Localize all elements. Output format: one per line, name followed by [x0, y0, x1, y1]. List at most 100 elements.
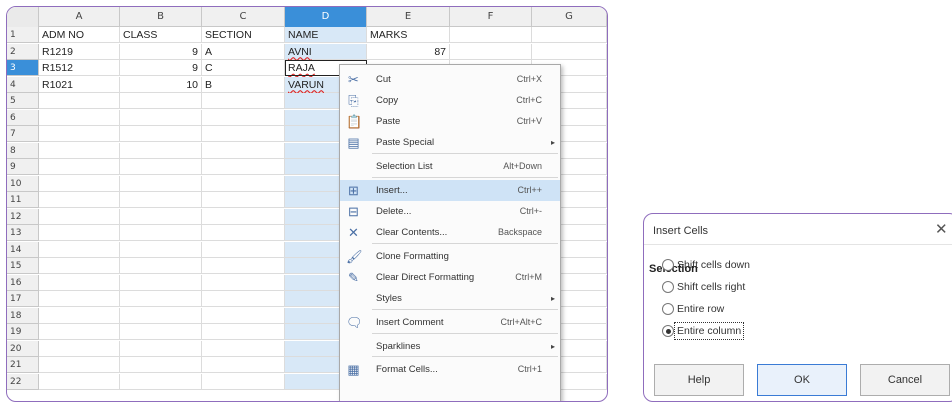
row-header[interactable]: 20 [7, 340, 39, 357]
cell-a18[interactable] [39, 307, 120, 324]
row-header[interactable]: 3 [7, 60, 39, 76]
radio-label[interactable]: Shift cells down [677, 257, 750, 273]
cell-c3[interactable]: C [202, 60, 285, 76]
cell-c8[interactable] [202, 142, 285, 159]
ok-button[interactable]: OK [757, 364, 847, 396]
cell-c11[interactable] [202, 192, 285, 208]
row-header[interactable]: 22 [7, 373, 39, 390]
row-header[interactable]: 1 [7, 27, 39, 43]
cell-c5[interactable] [202, 93, 285, 109]
cell-b16[interactable] [120, 274, 202, 291]
cell-a17[interactable] [39, 291, 120, 307]
cell-b17[interactable] [120, 291, 202, 307]
cell-c7[interactable] [202, 126, 285, 142]
cell-a1[interactable]: ADM NO [39, 27, 120, 43]
cell-a21[interactable] [39, 357, 120, 373]
cell-b21[interactable] [120, 357, 202, 373]
cell-a19[interactable] [39, 324, 120, 340]
menu-item-insert[interactable]: ⊞ Insert... Ctrl++ [340, 180, 560, 201]
cell-a22[interactable] [39, 373, 120, 390]
cell-c6[interactable] [202, 109, 285, 126]
menu-item-selection-list[interactable]: Selection List Alt+Down [340, 156, 560, 177]
cell-b1[interactable]: CLASS [120, 27, 202, 43]
cell-a20[interactable] [39, 340, 120, 357]
menu-item-cut[interactable]: ✂ Cut Ctrl+X [340, 69, 560, 90]
menu-item-styles[interactable]: Styles ▸ [340, 288, 560, 309]
cell-g2[interactable] [532, 43, 607, 60]
cell-e1[interactable]: MARKS [367, 27, 450, 43]
column-header-e[interactable]: E [367, 7, 450, 27]
row-header[interactable]: 13 [7, 225, 39, 241]
row-header[interactable]: 9 [7, 159, 39, 175]
cell-d1[interactable]: NAME [285, 27, 367, 43]
close-icon[interactable]: ✕ [935, 220, 948, 238]
cell-a10[interactable] [39, 175, 120, 192]
cell-b20[interactable] [120, 340, 202, 357]
row-header[interactable]: 7 [7, 126, 39, 142]
radio-button[interactable] [662, 303, 674, 315]
radio-label[interactable]: Shift cells right [677, 279, 745, 295]
cell-c1[interactable]: SECTION [202, 27, 285, 43]
cell-c16[interactable] [202, 274, 285, 291]
row-header[interactable]: 4 [7, 76, 39, 93]
radio-label[interactable]: Entire column [673, 322, 745, 340]
row-header[interactable]: 8 [7, 142, 39, 159]
cell-a11[interactable] [39, 192, 120, 208]
radio-button[interactable] [662, 281, 674, 293]
cell-b9[interactable] [120, 159, 202, 175]
cell-a5[interactable] [39, 93, 120, 109]
row-header[interactable]: 17 [7, 291, 39, 307]
column-header-g[interactable]: G [532, 7, 607, 27]
cell-c4[interactable]: B [202, 76, 285, 93]
menu-item-insert-comment[interactable]: 🗨 Insert Comment Ctrl+Alt+C [340, 312, 560, 333]
help-button[interactable]: Help [654, 364, 744, 396]
cell-b15[interactable] [120, 258, 202, 274]
cell-b22[interactable] [120, 373, 202, 390]
cell-a8[interactable] [39, 142, 120, 159]
menu-item-clear-direct-formatting[interactable]: ✎ Clear Direct Formatting Ctrl+M [340, 267, 560, 288]
cell-c17[interactable] [202, 291, 285, 307]
cell-e2[interactable]: 87 [367, 43, 450, 60]
cell-b11[interactable] [120, 192, 202, 208]
cell-b10[interactable] [120, 175, 202, 192]
column-header-b[interactable]: B [120, 7, 202, 27]
cell-b3[interactable]: 9 [120, 60, 202, 76]
cell-c13[interactable] [202, 225, 285, 241]
cell-c19[interactable] [202, 324, 285, 340]
menu-item-paste[interactable]: 📋 Paste Ctrl+V [340, 111, 560, 132]
cell-b19[interactable] [120, 324, 202, 340]
cell-b4[interactable]: 10 [120, 76, 202, 93]
cell-b14[interactable] [120, 241, 202, 258]
row-header[interactable]: 16 [7, 274, 39, 291]
cell-b13[interactable] [120, 225, 202, 241]
row-header[interactable]: 5 [7, 93, 39, 109]
cell-c20[interactable] [202, 340, 285, 357]
cell-a6[interactable] [39, 109, 120, 126]
menu-item-clone-formatting[interactable]: 🖌 Clone Formatting [340, 246, 560, 267]
menu-item-clear-contents[interactable]: ✕ Clear Contents... Backspace [340, 222, 560, 243]
cell-c14[interactable] [202, 241, 285, 258]
cell-b2[interactable]: 9 [120, 43, 202, 60]
row-header[interactable]: 2 [7, 43, 39, 60]
column-header-a[interactable]: A [39, 7, 120, 27]
cancel-button[interactable]: Cancel [860, 364, 950, 396]
cell-f2[interactable] [450, 43, 532, 60]
cell-a12[interactable] [39, 208, 120, 225]
cell-a13[interactable] [39, 225, 120, 241]
menu-item-sparklines[interactable]: Sparklines ▸ [340, 336, 560, 357]
cell-b18[interactable] [120, 307, 202, 324]
column-header-f[interactable]: F [450, 7, 532, 27]
menu-item-paste-special[interactable]: ▤ Paste Special ▸ [340, 132, 560, 153]
cell-a7[interactable] [39, 126, 120, 142]
cell-c12[interactable] [202, 208, 285, 225]
row-header[interactable]: 10 [7, 175, 39, 192]
cell-c2[interactable]: A [202, 43, 285, 60]
radio-button[interactable] [662, 259, 674, 271]
row-header[interactable]: 18 [7, 307, 39, 324]
cell-g1[interactable] [532, 27, 607, 43]
cell-a2[interactable]: R1219 [39, 43, 120, 60]
cell-c9[interactable] [202, 159, 285, 175]
cell-b6[interactable] [120, 109, 202, 126]
radio-button[interactable] [662, 325, 674, 337]
row-header[interactable]: 6 [7, 109, 39, 126]
